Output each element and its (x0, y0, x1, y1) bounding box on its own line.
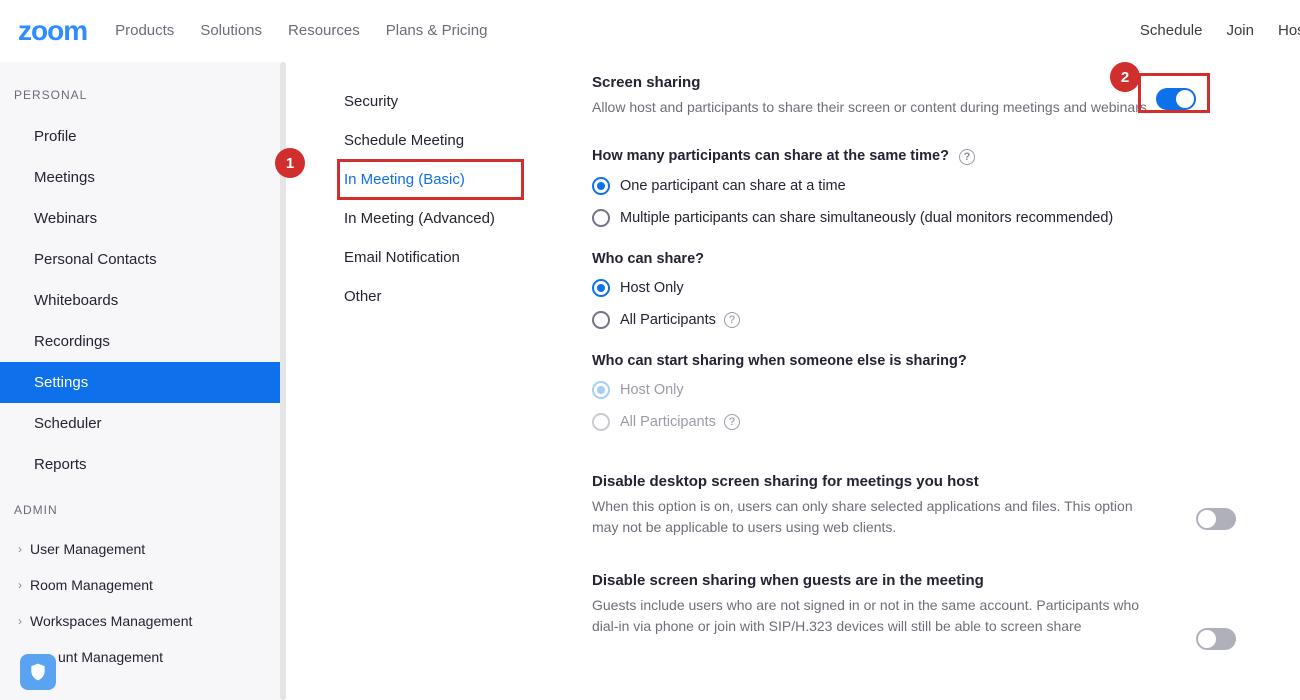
nav-plans-pricing[interactable]: Plans & Pricing (386, 22, 488, 39)
sidebar-item-label: Workspaces Management (30, 613, 192, 629)
disable-desktop-toggle[interactable] (1196, 508, 1236, 530)
subtab-in-meeting-advanced[interactable]: In Meeting (Advanced) (344, 199, 514, 238)
setting-disable-guests-desc: Guests include users who are not signed … (592, 595, 1152, 637)
settings-subtabs: Security Schedule Meeting In Meeting (Ba… (284, 62, 544, 700)
left-sidebar: PERSONAL Profile Meetings Webinars Perso… (0, 62, 280, 700)
setting-screen-sharing-desc: Allow host and participants to share the… (592, 97, 1152, 118)
subtab-other[interactable]: Other (344, 277, 514, 316)
sidebar-item-scheduler[interactable]: Scheduler (0, 403, 280, 444)
nav-resources[interactable]: Resources (288, 22, 360, 39)
sidebar-item-reports[interactable]: Reports (0, 444, 280, 485)
radio-button-icon (592, 279, 610, 297)
radio-button-icon (592, 177, 610, 195)
sidebar-section-personal: PERSONAL (0, 80, 280, 116)
help-icon[interactable]: ? (724, 414, 740, 430)
radio-host-only-start: Host Only (592, 381, 1260, 399)
top-nav: zoom Products Solutions Resources Plans … (0, 0, 1300, 62)
sidebar-item-settings[interactable]: Settings (0, 362, 280, 403)
radio-label: Host Only (620, 382, 684, 398)
sidebar-item-webinars[interactable]: Webinars (0, 198, 280, 239)
nav-products[interactable]: Products (115, 22, 174, 39)
chevron-right-icon: › (18, 542, 22, 556)
subtab-schedule-meeting[interactable]: Schedule Meeting (344, 121, 514, 160)
sidebar-item-label: User Management (30, 541, 145, 557)
setting-disable-desktop-desc: When this option is on, users can only s… (592, 496, 1152, 538)
sidebar-item-label: unt Management (58, 649, 163, 665)
radio-label: Multiple participants can share simultan… (620, 210, 1113, 226)
radio-label: Host Only (620, 280, 684, 296)
shield-icon[interactable] (20, 654, 56, 690)
radio-multiple-participants[interactable]: Multiple participants can share simultan… (592, 209, 1260, 227)
chevron-right-icon: › (18, 578, 22, 592)
sidebar-item-meetings[interactable]: Meetings (0, 157, 280, 198)
radio-button-icon (592, 209, 610, 227)
radio-host-only-share[interactable]: Host Only (592, 279, 1260, 297)
sidebar-item-user-management[interactable]: › User Management (0, 531, 280, 567)
setting-disable-desktop-title: Disable desktop screen sharing for meeti… (592, 473, 1152, 490)
radio-label: One participant can share at a time (620, 178, 846, 194)
help-icon[interactable]: ? (724, 312, 740, 328)
radio-button-icon (592, 381, 610, 399)
nav-schedule[interactable]: Schedule (1140, 22, 1203, 39)
setting-disable-guests-title: Disable screen sharing when guests are i… (592, 572, 1152, 589)
sidebar-item-room-management[interactable]: › Room Management (0, 567, 280, 603)
question-share-count: How many participants can share at the s… (592, 148, 1260, 165)
radio-button-icon (592, 311, 610, 329)
radio-label: All Participants (620, 414, 716, 430)
subtab-in-meeting-basic[interactable]: In Meeting (Basic) (344, 160, 514, 199)
question-who-can-share: Who can share? (592, 251, 1260, 267)
radio-all-participants-start: All Participants ? (592, 413, 1260, 431)
sidebar-item-recordings[interactable]: Recordings (0, 321, 280, 362)
radio-button-icon (592, 413, 610, 431)
annotation-badge-1: 1 (275, 148, 305, 178)
sidebar-item-label: Room Management (30, 577, 153, 593)
sidebar-item-profile[interactable]: Profile (0, 116, 280, 157)
chevron-right-icon: › (18, 614, 22, 628)
radio-label: All Participants (620, 312, 716, 328)
sidebar-item-personal-contacts[interactable]: Personal Contacts (0, 239, 280, 280)
nav-host[interactable]: Host (1278, 22, 1300, 39)
nav-solutions[interactable]: Solutions (200, 22, 262, 39)
sidebar-item-workspaces-management[interactable]: › Workspaces Management (0, 603, 280, 639)
subtab-email-notification[interactable]: Email Notification (344, 238, 514, 277)
radio-all-participants-share[interactable]: All Participants ? (592, 311, 1260, 329)
setting-screen-sharing-title: Screen sharing (592, 74, 1152, 91)
radio-one-participant[interactable]: One participant can share at a time (592, 177, 1260, 195)
help-icon[interactable]: ? (959, 149, 975, 165)
brand-logo[interactable]: zoom (18, 15, 87, 47)
screen-sharing-toggle[interactable] (1156, 88, 1196, 110)
nav-join[interactable]: Join (1226, 22, 1254, 39)
question-who-start-sharing: Who can start sharing when someone else … (592, 353, 1260, 369)
settings-content: Screen sharing Allow host and participan… (544, 62, 1300, 700)
sidebar-section-admin: ADMIN (0, 495, 280, 531)
subtab-security[interactable]: Security (344, 82, 514, 121)
disable-guests-toggle[interactable] (1196, 628, 1236, 650)
annotation-badge-2: 2 (1110, 62, 1140, 92)
sidebar-item-whiteboards[interactable]: Whiteboards (0, 280, 280, 321)
